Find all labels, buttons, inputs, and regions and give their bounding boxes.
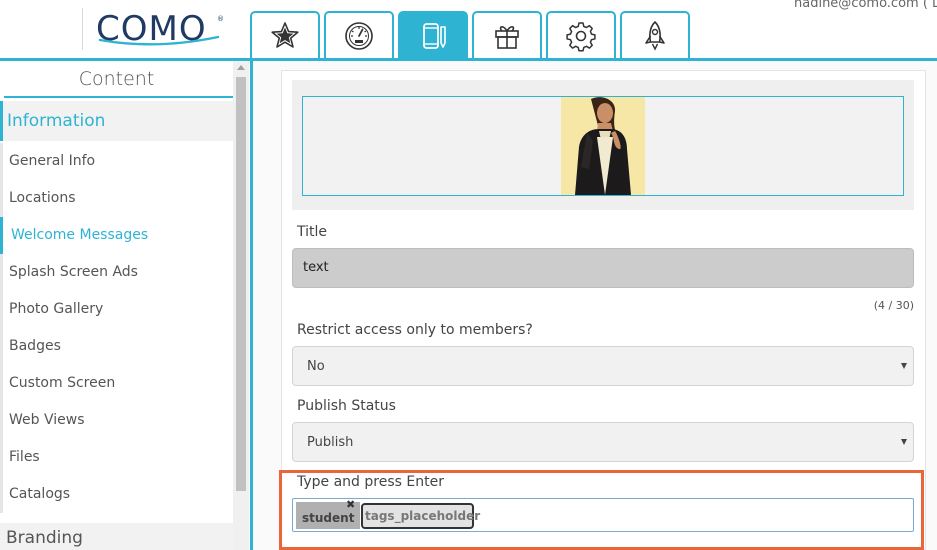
content-sidebar: Content Information General Info Locatio…: [0, 61, 235, 550]
user-email-link[interactable]: nadine@como.com ( Lo: [794, 0, 937, 11]
sidebar-section-branding[interactable]: Branding: [0, 523, 233, 550]
tags-label: Type and press Enter: [297, 474, 444, 490]
title-label: Title: [297, 224, 328, 240]
sidebar-section-information[interactable]: Information: [0, 101, 233, 141]
como-logo[interactable]: COMO ®: [96, 12, 226, 52]
sidebar-item-files[interactable]: Files: [3, 439, 233, 476]
scroll-up-arrow-icon[interactable]: [237, 65, 245, 70]
sidebar-item-web-views[interactable]: Web Views: [3, 402, 233, 439]
tab-content-mobile[interactable]: [398, 11, 468, 59]
sidebar-item-photo-gallery[interactable]: Photo Gallery: [3, 291, 233, 328]
sidebar-item-general-info[interactable]: General Info: [3, 143, 233, 180]
rocket-icon: [645, 21, 665, 51]
gauge-icon: [345, 22, 373, 50]
logo-registered-mark: ®: [217, 15, 224, 23]
sidebar-scrollbar[interactable]: [233, 61, 249, 550]
sidebar-item-welcome-messages[interactable]: Welcome Messages: [0, 217, 233, 254]
restrict-access-value: No: [307, 359, 325, 374]
mobile-edit-icon: [423, 23, 446, 49]
sidebar-item-splash-screen-ads[interactable]: Splash Screen Ads: [3, 254, 233, 291]
tags-text-field[interactable]: tags_placeholder: [361, 503, 480, 529]
header-divider: [82, 8, 83, 50]
woman-photo-icon: [561, 97, 645, 195]
star-icon: [271, 22, 299, 48]
publish-status-value: Publish: [307, 435, 354, 450]
tab-rewards-gift[interactable]: [472, 11, 542, 59]
gift-icon: [495, 26, 519, 49]
publish-status-label: Publish Status: [297, 398, 396, 414]
caret-down-icon: [901, 439, 907, 445]
sidebar-item-locations[interactable]: Locations: [3, 180, 233, 217]
sidebar-title-underline: [4, 96, 233, 98]
tab-dashboard-star[interactable]: [250, 11, 320, 59]
caret-down-icon: [901, 363, 907, 369]
sidebar-menu: General Info Locations Welcome Messages …: [0, 143, 233, 513]
title-char-counter: (4 / 30): [873, 299, 914, 312]
tag-remove-icon[interactable]: ✖: [346, 499, 355, 511]
title-input[interactable]: text: [292, 248, 914, 288]
tab-settings-gear[interactable]: [546, 11, 616, 59]
sidebar-item-catalogs[interactable]: Catalogs: [3, 476, 233, 513]
tab-publish-rocket[interactable]: [620, 11, 690, 59]
sidebar-title: Content: [78, 68, 155, 90]
sidebar-item-custom-screen[interactable]: Custom Screen: [3, 365, 233, 402]
main-tabs: [250, 11, 690, 59]
top-header: COMO ® nadine@como.com ( Lo: [0, 0, 937, 61]
restrict-access-label: Restrict access only to members?: [297, 322, 533, 338]
gear-icon: [566, 22, 596, 52]
sidebar-scroll-thumb[interactable]: [236, 77, 246, 491]
sidebar-item-badges[interactable]: Badges: [3, 328, 233, 365]
logo-swoosh-icon: [98, 35, 220, 46]
welcome-image[interactable]: [561, 97, 645, 195]
publish-status-select[interactable]: Publish: [292, 422, 914, 462]
restrict-access-select[interactable]: No: [292, 346, 914, 386]
tab-analytics-gauge[interactable]: [324, 11, 394, 59]
